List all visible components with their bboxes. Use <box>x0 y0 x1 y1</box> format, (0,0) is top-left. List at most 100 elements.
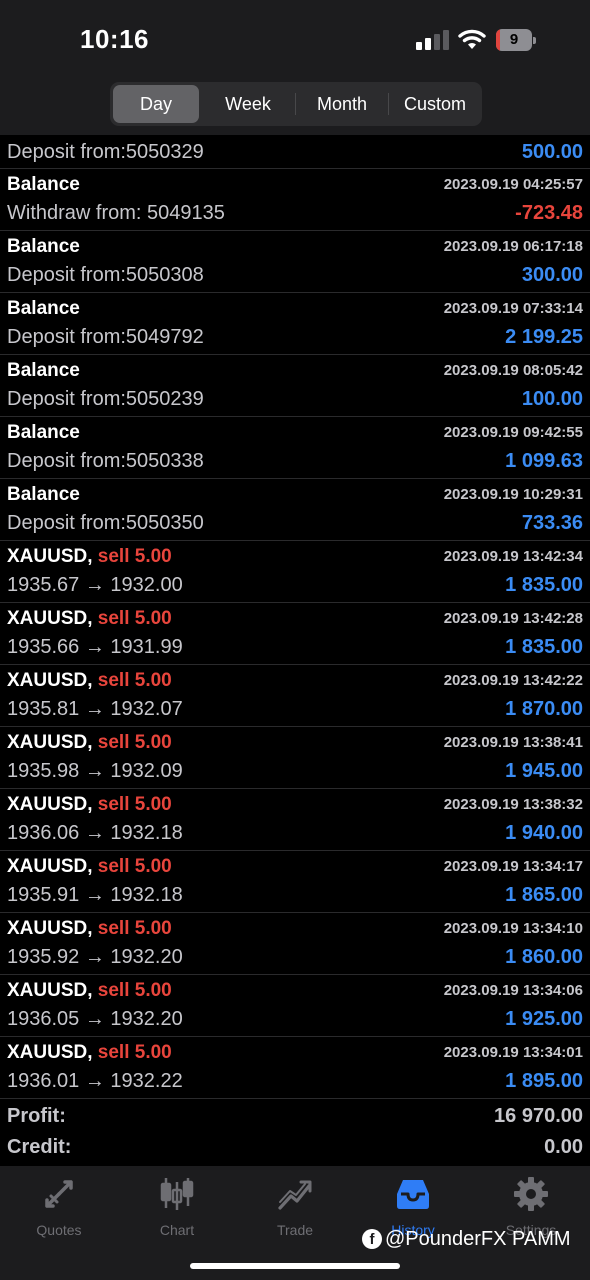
history-row-partial[interactable]: Deposit from:5050329 500.00 <box>0 135 590 169</box>
history-row[interactable]: XAUUSD, sell 5.00 2023.09.19 13:38:32 1936… <box>0 789 590 851</box>
profit-label: Profit: <box>7 1105 66 1127</box>
watermark: f @PounderFX PAMM <box>362 1228 571 1256</box>
row-time: 2023.09.19 13:34:10 <box>443 920 583 937</box>
credit-value: 0.00 <box>544 1136 583 1158</box>
history-inbox-icon <box>397 1180 429 1209</box>
battery-icon: 9 <box>496 29 536 51</box>
row-comment: 1936.05 → 1932.20 <box>7 1008 183 1030</box>
row-amount: 1 925.00 <box>505 1008 583 1030</box>
row-title: XAUUSD, sell 5.00 <box>7 918 172 940</box>
row-title: XAUUSD, sell 5.00 <box>7 546 172 568</box>
row-amount: 733.36 <box>521 512 583 534</box>
row-symbol: XAUUSD, <box>7 1042 93 1063</box>
profit-value: 16 970.00 <box>494 1105 583 1127</box>
row-amount: 1 945.00 <box>505 760 583 782</box>
status-bar: 10:16 9 <box>0 0 590 80</box>
row-comment: 1935.91 → 1932.18 <box>7 884 183 906</box>
row-side: sell 5.00 <box>97 1042 172 1063</box>
row-time: 2023.09.19 13:38:32 <box>443 796 583 813</box>
row-symbol: XAUUSD, <box>7 732 93 753</box>
row-title: XAUUSD, sell 5.00 <box>7 732 172 754</box>
history-row[interactable]: Balance 2023.09.19 07:33:14 Deposit from:5… <box>0 293 590 355</box>
row-symbol: XAUUSD, <box>7 670 93 691</box>
battery-level: 9 <box>509 31 519 48</box>
row-time: 2023.09.19 13:38:41 <box>443 734 583 751</box>
tab-month[interactable]: Month <box>296 85 388 123</box>
row-comment: Deposit from:5050329 <box>7 141 204 163</box>
row-symbol: XAUUSD, <box>7 918 93 939</box>
row-title: Balance <box>7 422 80 443</box>
row-amount: -723.48 <box>515 202 583 224</box>
history-row[interactable]: Balance 2023.09.19 10:29:31 Deposit from:5… <box>0 479 590 541</box>
candlestick-chart-icon <box>160 1178 194 1210</box>
cellular-signal-icon <box>416 30 450 50</box>
history-row[interactable]: XAUUSD, sell 5.00 2023.09.19 13:42:22 1935… <box>0 665 590 727</box>
credit-row: Credit: 0.00 <box>0 1133 590 1163</box>
row-time: 2023.09.19 13:42:28 <box>443 610 583 627</box>
credit-label: Credit: <box>7 1136 72 1158</box>
trade-trend-icon <box>278 1180 312 1210</box>
row-title: Balance <box>7 360 80 381</box>
row-amount: 1 835.00 <box>505 574 583 596</box>
row-time: 2023.09.19 13:42:34 <box>443 548 583 565</box>
clock: 10:16 <box>80 24 149 54</box>
tab-week[interactable]: Week <box>202 85 294 123</box>
history-row[interactable]: XAUUSD, sell 5.00 2023.09.19 13:42:34 1935… <box>0 541 590 603</box>
tab-quotes[interactable]: Quotes <box>0 1174 118 1238</box>
history-row[interactable]: XAUUSD, sell 5.00 2023.09.19 13:34:01 1936… <box>0 1037 590 1099</box>
row-amount: 1 860.00 <box>505 946 583 968</box>
row-comment: Deposit from:5050338 <box>7 450 204 472</box>
row-time: 2023.09.19 10:29:31 <box>443 486 583 503</box>
row-time: 2023.09.19 09:42:55 <box>443 424 583 441</box>
row-side: sell 5.00 <box>97 856 172 877</box>
row-comment: Withdraw from: 5049135 <box>7 202 225 224</box>
row-title: XAUUSD, sell 5.00 <box>7 608 172 630</box>
row-amount: 2 199.25 <box>505 326 583 348</box>
history-row[interactable]: Balance 2023.09.19 06:17:18 Deposit from:5… <box>0 231 590 293</box>
row-comment: Deposit from:5050308 <box>7 264 204 286</box>
row-symbol: XAUUSD, <box>7 856 93 877</box>
row-amount: 500.00 <box>521 141 583 163</box>
row-comment: 1935.66 → 1931.99 <box>7 636 183 658</box>
tab-label: Quotes <box>36 1222 82 1238</box>
row-time: 2023.09.19 04:25:57 <box>443 176 583 193</box>
tab-chart[interactable]: Chart <box>118 1174 236 1238</box>
history-row[interactable]: XAUUSD, sell 5.00 2023.09.19 13:38:41 1935… <box>0 727 590 789</box>
history-row[interactable]: XAUUSD, sell 5.00 2023.09.19 13:34:10 1935… <box>0 913 590 975</box>
history-row[interactable]: XAUUSD, sell 5.00 2023.09.19 13:42:28 1935… <box>0 603 590 665</box>
row-side: sell 5.00 <box>97 670 172 691</box>
row-comment: Deposit from:5050239 <box>7 388 204 410</box>
history-row[interactable]: Balance 2023.09.19 09:42:55 Deposit from:5… <box>0 417 590 479</box>
row-title: XAUUSD, sell 5.00 <box>7 980 172 1002</box>
row-comment: 1935.67 → 1932.00 <box>7 574 183 596</box>
history-row[interactable]: XAUUSD, sell 5.00 2023.09.19 13:34:06 1936… <box>0 975 590 1037</box>
row-comment: Deposit from:5050350 <box>7 512 204 534</box>
home-indicator[interactable] <box>190 1263 400 1269</box>
period-segmented-control: Day Week Month Custom <box>110 82 482 126</box>
row-side: sell 5.00 <box>97 608 172 629</box>
facebook-icon: f <box>362 1229 382 1249</box>
row-time: 2023.09.19 13:34:06 <box>443 982 583 999</box>
row-amount: 100.00 <box>521 388 583 410</box>
tab-custom[interactable]: Custom <box>389 85 481 123</box>
row-title: XAUUSD, sell 5.00 <box>7 856 172 878</box>
row-side: sell 5.00 <box>97 918 172 939</box>
tab-label: Trade <box>276 1222 314 1238</box>
row-comment: 1935.98 → 1932.09 <box>7 760 183 782</box>
history-row[interactable]: Balance 2023.09.19 08:05:42 Deposit from:5… <box>0 355 590 417</box>
history-row[interactable]: XAUUSD, sell 5.00 2023.09.19 13:34:17 1935… <box>0 851 590 913</box>
row-side: sell 5.00 <box>97 980 172 1001</box>
row-comment: Deposit from:5049792 <box>7 326 204 348</box>
history-row[interactable]: Balance 2023.09.19 04:25:57 Withdraw from:… <box>0 169 590 231</box>
row-title: XAUUSD, sell 5.00 <box>7 794 172 816</box>
row-amount: 1 865.00 <box>505 884 583 906</box>
tab-trade[interactable]: Trade <box>236 1174 354 1238</box>
row-symbol: XAUUSD, <box>7 608 93 629</box>
row-title: Balance <box>7 298 80 319</box>
row-comment: 1935.92 → 1932.20 <box>7 946 183 968</box>
row-amount: 1 870.00 <box>505 698 583 720</box>
row-side: sell 5.00 <box>97 546 172 567</box>
row-time: 2023.09.19 13:42:22 <box>443 672 583 689</box>
row-comment: 1935.81 → 1932.07 <box>7 698 183 720</box>
tab-day[interactable]: Day <box>113 85 199 123</box>
